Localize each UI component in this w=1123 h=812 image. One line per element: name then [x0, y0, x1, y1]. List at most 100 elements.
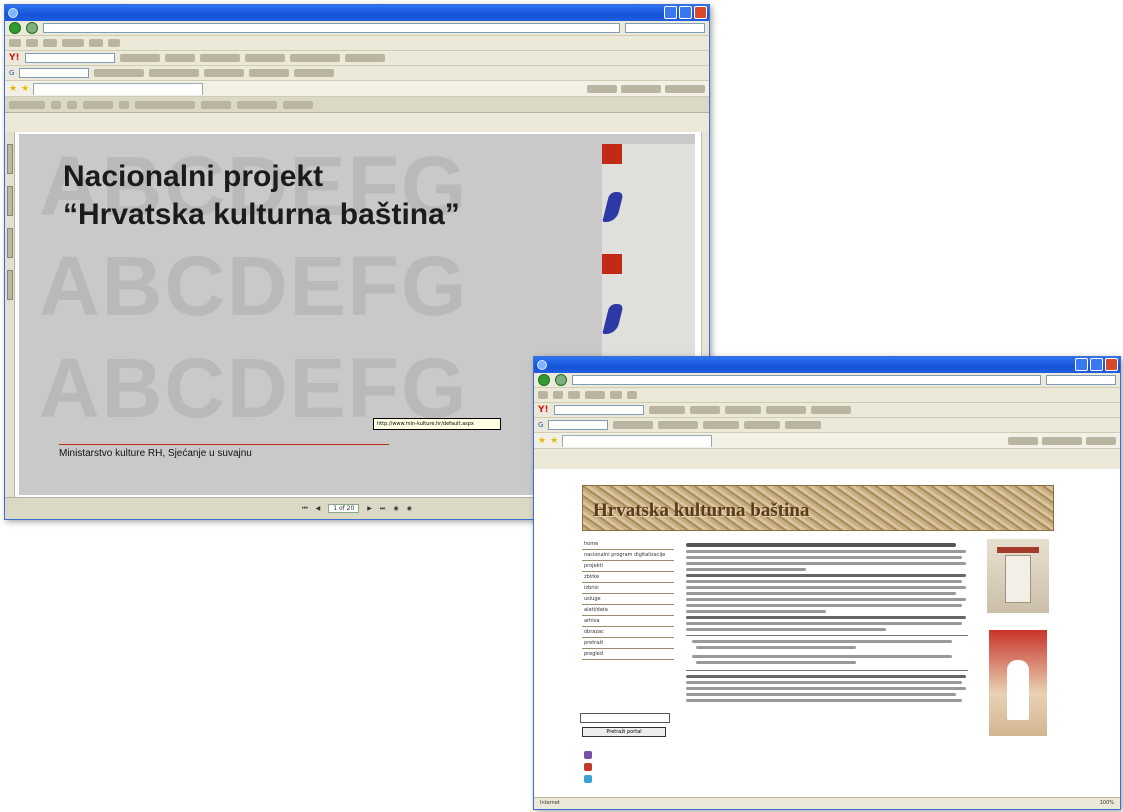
sidebar-item[interactable]: projekti — [582, 561, 674, 572]
menu-favorites[interactable] — [585, 391, 605, 399]
toolbar-button[interactable] — [724, 406, 761, 414]
attachments-tab[interactable] — [7, 228, 13, 258]
link-line[interactable] — [692, 655, 952, 658]
sidebar-item[interactable]: alati/data — [582, 605, 674, 616]
sidebar-item[interactable]: izbrisi — [582, 583, 674, 594]
yahoo-search-input[interactable] — [24, 53, 115, 63]
toolbar-button[interactable] — [294, 69, 335, 77]
tab-website[interactable] — [562, 434, 713, 447]
sidebar-item[interactable]: pretraži — [582, 638, 674, 649]
flag-icon[interactable] — [584, 751, 592, 759]
first-page-icon[interactable]: ⏮ — [302, 505, 307, 513]
next-view-icon[interactable]: ◉ — [407, 505, 412, 512]
search-box[interactable] — [625, 23, 705, 33]
menu-tools[interactable] — [89, 39, 103, 47]
toolbar-button[interactable] — [289, 54, 340, 62]
page-indicator[interactable]: 1 of 20 — [328, 504, 360, 513]
sidebar-item[interactable]: zbirke — [582, 572, 674, 583]
menu-help[interactable] — [627, 391, 637, 399]
last-page-icon[interactable]: ⏭ — [380, 505, 385, 513]
toolbar-button[interactable] — [648, 406, 685, 414]
minimize-button[interactable] — [664, 6, 677, 19]
sidebar-item[interactable]: arhiva — [582, 616, 674, 627]
address-bar[interactable] — [43, 23, 620, 33]
menu-tools[interactable] — [610, 391, 622, 399]
toolbar-button[interactable] — [658, 421, 699, 429]
menu-edit[interactable] — [26, 39, 38, 47]
sidebar-item[interactable]: nacionalni program digitalizacije — [582, 550, 674, 561]
zoom-level[interactable] — [201, 100, 231, 109]
toolbar-button[interactable] — [785, 421, 822, 429]
back-button[interactable] — [9, 22, 21, 34]
comments-tab[interactable] — [7, 270, 13, 300]
tools-menu[interactable] — [1086, 436, 1116, 445]
menu-file[interactable] — [9, 39, 21, 47]
forward-button[interactable] — [26, 22, 38, 34]
previous-page-icon[interactable]: ◀ — [316, 505, 321, 512]
maximize-button[interactable] — [1090, 358, 1103, 371]
forward-button[interactable] — [555, 374, 567, 386]
google-search-input[interactable] — [19, 68, 90, 78]
flag-icon[interactable] — [584, 763, 592, 771]
select-tool[interactable] — [83, 100, 113, 109]
home-button[interactable] — [587, 84, 617, 93]
toolbar-button[interactable] — [164, 54, 195, 62]
link-line[interactable] — [696, 661, 856, 664]
hand-tool-icon[interactable] — [119, 100, 129, 109]
toolbar-button[interactable] — [689, 406, 720, 414]
toolbar-button[interactable] — [149, 69, 200, 77]
site-search-input[interactable] — [580, 713, 670, 723]
poster-image[interactable] — [989, 630, 1047, 736]
home-button[interactable] — [1008, 436, 1038, 445]
rotate-tools[interactable] — [237, 100, 277, 109]
status-zoom[interactable]: 100% — [1100, 798, 1114, 809]
menu-view[interactable] — [568, 391, 580, 399]
site-search-button[interactable]: Pretraži portal — [582, 727, 666, 737]
maximize-button[interactable] — [679, 6, 692, 19]
favorites-star-icon[interactable]: ★ — [538, 436, 546, 446]
sidebar-item[interactable]: home — [582, 539, 674, 550]
tools-menu[interactable] — [665, 84, 705, 93]
save-copy-button[interactable] — [9, 100, 45, 109]
page-menu[interactable] — [1042, 436, 1082, 445]
search-box[interactable] — [1046, 375, 1116, 385]
yahoo-search-input[interactable] — [553, 405, 644, 415]
page-menu[interactable] — [621, 84, 661, 93]
toolbar-button[interactable] — [810, 406, 851, 414]
close-button[interactable] — [1105, 358, 1118, 371]
link-line[interactable] — [692, 640, 952, 643]
toolbar-button[interactable] — [744, 421, 781, 429]
toolbar-button[interactable] — [94, 69, 145, 77]
menu-favorites[interactable] — [62, 39, 84, 47]
add-favorite-icon[interactable]: ★ — [550, 436, 558, 446]
zoom-tools[interactable] — [135, 100, 195, 109]
back-button[interactable] — [538, 374, 550, 386]
menu-view[interactable] — [43, 39, 57, 47]
print-icon[interactable] — [51, 100, 61, 109]
address-bar[interactable] — [572, 375, 1041, 385]
next-page-icon[interactable]: ▶ — [367, 505, 372, 512]
toolbar-button[interactable] — [119, 54, 160, 62]
favorites-star-icon[interactable]: ★ — [9, 84, 17, 94]
close-button[interactable] — [694, 6, 707, 19]
toolbar-button[interactable] — [249, 69, 290, 77]
toolbar-button[interactable] — [244, 54, 285, 62]
search-tool[interactable] — [283, 100, 313, 109]
link-line[interactable] — [696, 646, 856, 649]
menu-file[interactable] — [538, 391, 548, 399]
sidebar-item[interactable]: pregled — [582, 649, 674, 660]
previous-view-icon[interactable]: ◉ — [393, 505, 398, 512]
tab-pdf-document[interactable] — [33, 82, 204, 95]
menu-help[interactable] — [108, 39, 120, 47]
toolbar-button[interactable] — [204, 69, 245, 77]
sidebar-item[interactable]: obrazac — [582, 627, 674, 638]
toolbar-button[interactable] — [703, 421, 740, 429]
minimize-button[interactable] — [1075, 358, 1088, 371]
flag-icon[interactable] — [584, 775, 592, 783]
toolbar-button[interactable] — [613, 421, 654, 429]
monument-photo[interactable] — [987, 539, 1049, 613]
email-icon[interactable] — [67, 100, 77, 109]
toolbar-button[interactable] — [765, 406, 806, 414]
add-favorite-icon[interactable]: ★ — [21, 84, 29, 94]
sidebar-item[interactable]: usluge — [582, 594, 674, 605]
